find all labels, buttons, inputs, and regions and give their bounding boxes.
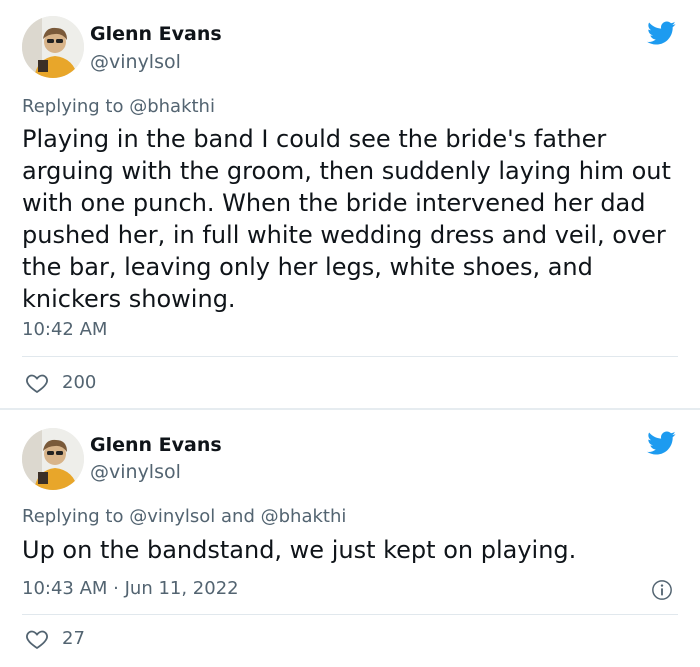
divider (22, 356, 678, 357)
heart-icon (26, 630, 48, 650)
reply-context: Replying to @bhakthi (22, 95, 215, 119)
reply-mentions[interactable]: @vinylsol and @bhakthi (129, 506, 346, 527)
reply-prefix: Replying to (22, 506, 130, 527)
author-name[interactable]: Glenn Evans (90, 433, 222, 457)
like-button[interactable]: 27 (24, 626, 85, 652)
divider (22, 614, 678, 615)
reply-mentions[interactable]: @bhakthi (129, 96, 215, 117)
author-handle[interactable]: @vinylsol (90, 50, 181, 74)
avatar[interactable] (22, 16, 84, 78)
avatar[interactable] (22, 428, 84, 490)
twitter-bird-icon[interactable] (644, 428, 678, 458)
tweet-card[interactable]: Glenn Evans @vinylsol Replying to @bhakt… (0, 0, 700, 410)
tweet-timestamp[interactable]: 10:42 AM (22, 319, 107, 341)
reply-context: Replying to @vinylsol and @bhakthi (22, 505, 346, 529)
twitter-bird-icon[interactable] (644, 18, 678, 48)
like-count: 27 (62, 628, 85, 649)
reply-prefix: Replying to (22, 96, 130, 117)
info-icon[interactable] (651, 579, 673, 601)
tweet-text: Up on the bandstand, we just kept on pla… (22, 536, 577, 564)
like-count: 200 (62, 372, 97, 393)
tweet-timestamp[interactable]: 10:43 AM · Jun 11, 2022 (22, 578, 239, 600)
author-handle[interactable]: @vinylsol (90, 460, 181, 484)
heart-icon (26, 374, 48, 394)
tweet-text: Playing in the band I could see the brid… (22, 125, 671, 313)
author-name[interactable]: Glenn Evans (90, 22, 222, 46)
like-button[interactable]: 200 (24, 370, 96, 396)
tweet-card[interactable]: Glenn Evans @vinylsol Replying to @vinyl… (0, 410, 700, 667)
